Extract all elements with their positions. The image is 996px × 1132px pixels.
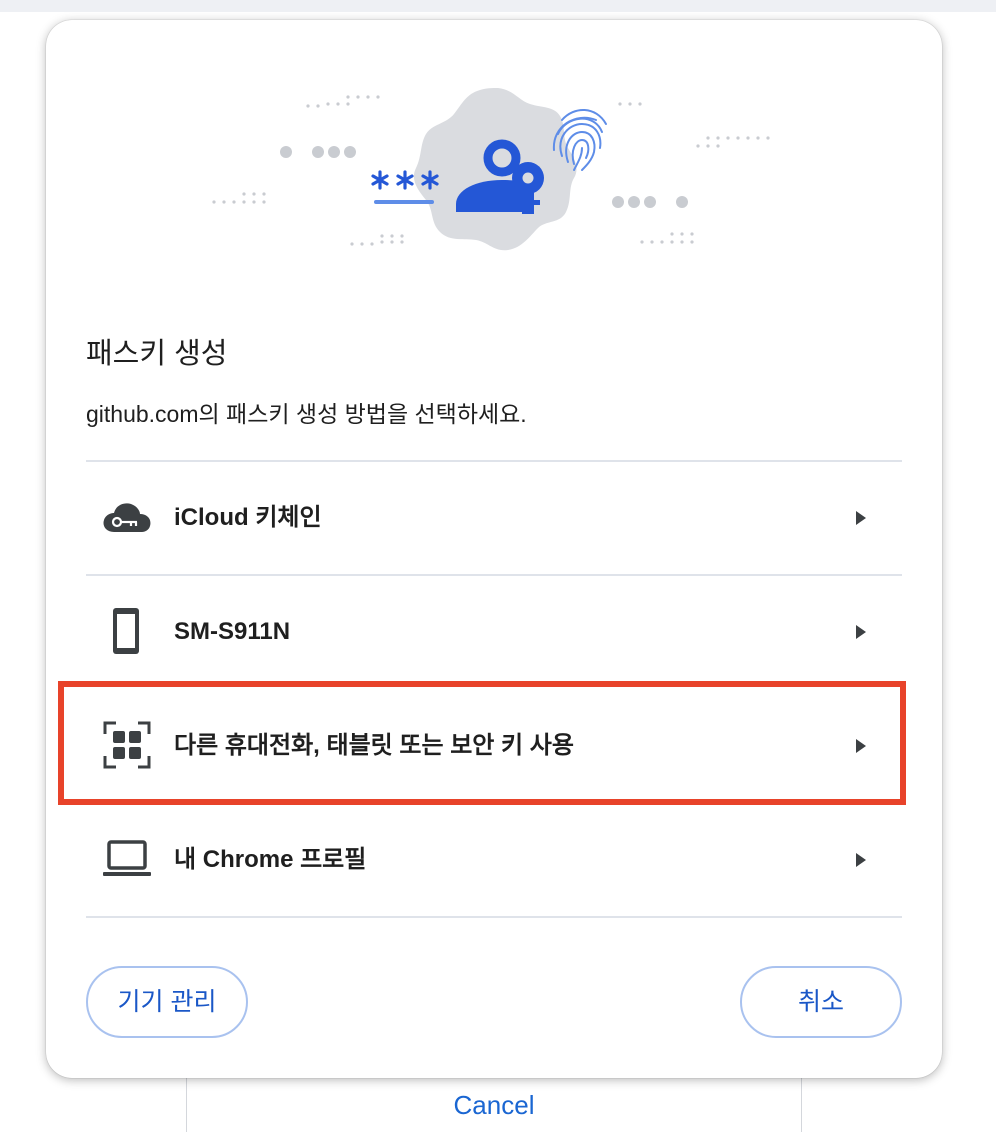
passkey-dialog: 패스키 생성 github.com의 패스키 생성 방법을 선택하세요. iCl… — [46, 20, 942, 1078]
cloud-key-icon — [103, 503, 151, 532]
option-icloud-keychain[interactable]: iCloud 키체인 — [86, 462, 902, 574]
laptop-icon — [103, 840, 151, 876]
option-label: 내 Chrome 프로필 — [174, 846, 367, 873]
option-label: iCloud 키체인 — [174, 504, 322, 531]
chevron-right-icon — [856, 511, 866, 525]
phone-icon — [113, 608, 139, 654]
dialog-title: 패스키 생성 — [86, 338, 228, 370]
background-cancel-link[interactable]: Cancel — [187, 1090, 801, 1121]
background-page-panel: Cancel — [186, 1072, 802, 1132]
option-label: SM-S911N — [174, 618, 291, 645]
option-phone-sm-s911n[interactable]: SM-S911N — [86, 576, 902, 688]
chevron-right-icon — [856, 853, 866, 867]
dialog-subtitle: github.com의 패스키 생성 방법을 선택하세요. — [86, 401, 527, 427]
browser-top-strip — [0, 0, 996, 12]
cancel-button[interactable]: 취소 — [740, 966, 902, 1038]
passkey-illustration — [212, 88, 770, 251]
chevron-right-icon — [856, 625, 866, 639]
option-chrome-profile[interactable]: 내 Chrome 프로필 — [86, 804, 902, 916]
manage-devices-button[interactable]: 기기 관리 — [86, 966, 248, 1038]
highlight-box — [58, 681, 906, 805]
divider — [86, 916, 902, 918]
